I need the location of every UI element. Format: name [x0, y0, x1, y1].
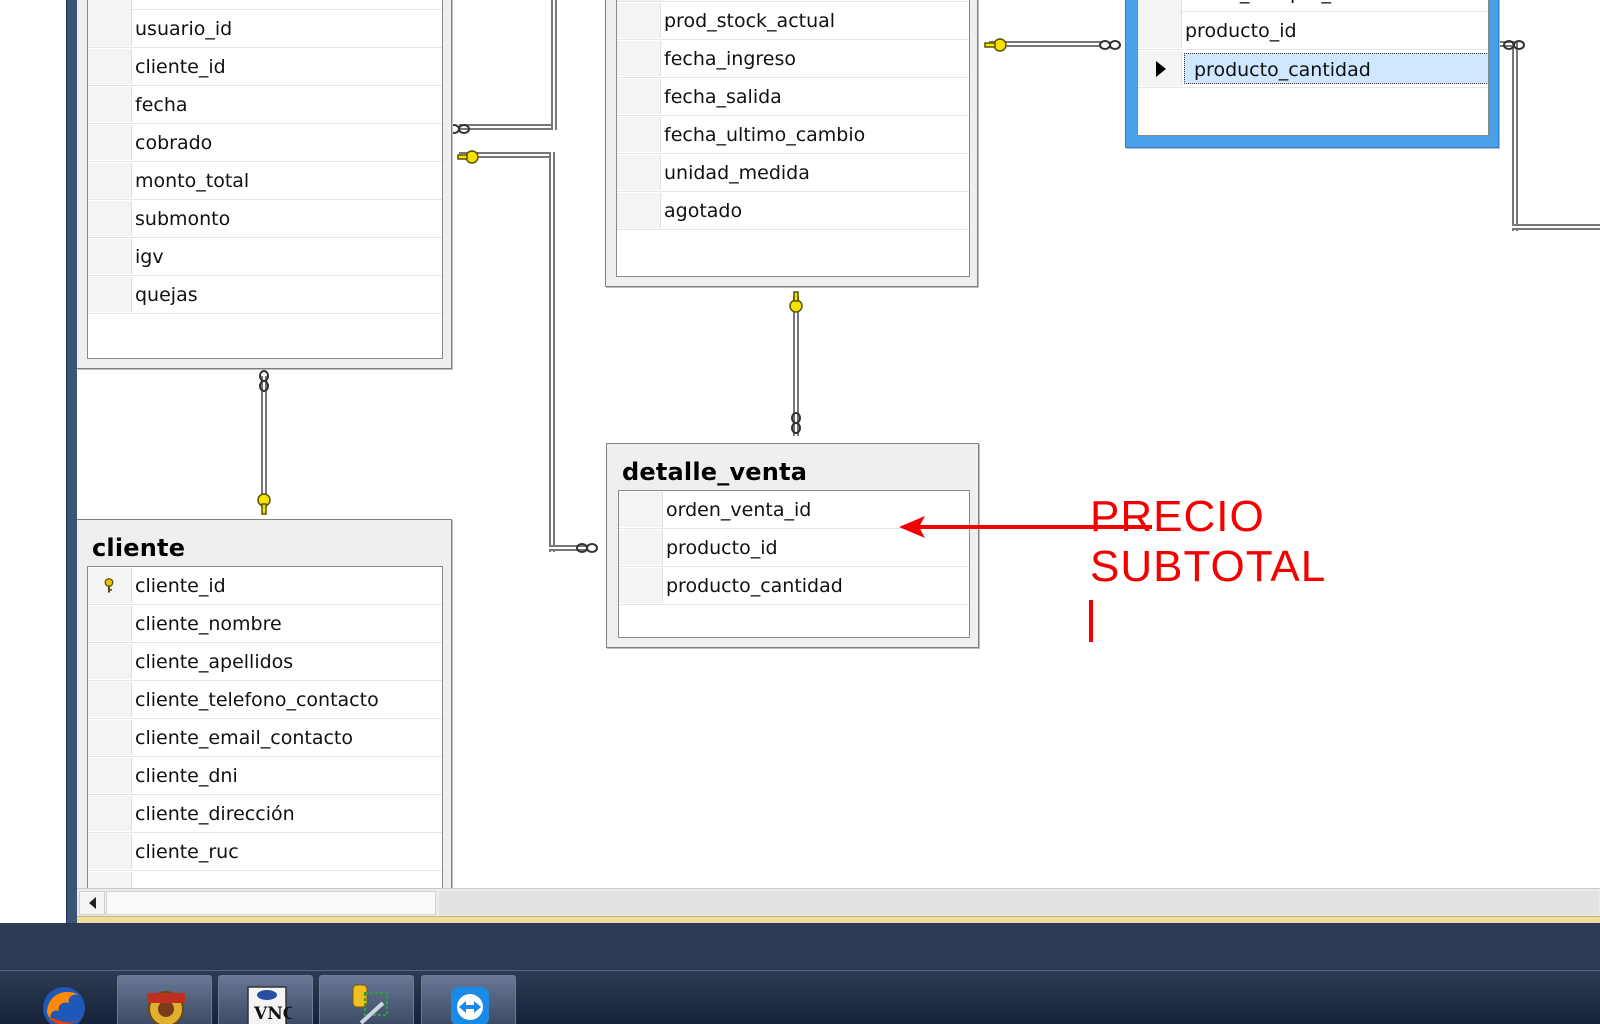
desktop-margin: [0, 0, 66, 923]
taskbar-firefox-button[interactable]: [15, 975, 110, 1024]
taskbar: VNC: [0, 970, 1600, 1024]
column-name: unidad_medida: [664, 162, 810, 184]
annotation-line-subtotal: SUBTOTAL: [1090, 542, 1327, 591]
taskbar-java-ide-button[interactable]: [117, 975, 212, 1024]
taskbar-sql-tools-button[interactable]: [319, 975, 414, 1024]
column-row[interactable]: submonto: [88, 200, 442, 238]
sql-server-management-icon: [352, 984, 388, 1024]
scroll-left-button[interactable]: [79, 891, 105, 915]
column-row[interactable]: prod_stock_actual: [617, 2, 969, 40]
column-row[interactable]: fecha_ultimo_cambio: [617, 116, 969, 154]
column-row[interactable]: igv: [88, 238, 442, 276]
window-frame: [66, 0, 77, 923]
column-name: agotado: [664, 200, 743, 222]
taskbar-teamviewer-button[interactable]: [421, 975, 516, 1024]
column-row[interactable]: producto_cantidad: [619, 567, 969, 605]
column-name: cliente_id: [135, 575, 226, 597]
table-grid: cliente_id cliente_nombre cliente_apelli…: [87, 566, 443, 888]
java-ee-ide-icon: [147, 991, 185, 1024]
column-row-current[interactable]: producto_cantidad: [1138, 50, 1488, 88]
table-detalle-compra[interactable]: orden_compra_id producto_id producto_can…: [1125, 0, 1499, 148]
column-row[interactable]: cliente_apellidos: [88, 643, 442, 681]
column-name: usuario_id: [135, 18, 233, 40]
column-name: cliente_apellidos: [135, 651, 294, 673]
table-orden-venta[interactable]: usuario_id cliente_id fecha cobrado mont…: [77, 0, 452, 369]
column-row[interactable]: cliente_nombre: [88, 605, 442, 643]
horizontal-scrollbar[interactable]: [77, 888, 1600, 916]
column-row[interactable]: monto_total: [88, 162, 442, 200]
vnc-icon: VNC: [247, 986, 292, 1024]
column-name: quejas: [135, 284, 198, 306]
table-detalle-venta[interactable]: detalle_venta orden_venta_id producto_id…: [606, 443, 979, 648]
svg-text:VNC: VNC: [253, 1004, 292, 1024]
column-name: igv: [135, 246, 164, 268]
annotation-text: PRECIO SUBTOTAL: [1090, 492, 1326, 592]
column-row[interactable]: orden_compra_id: [1138, 0, 1488, 18]
column-name: cliente_id: [135, 56, 226, 78]
taskbar-vnc-button[interactable]: VNC: [218, 975, 313, 1024]
column-row[interactable]: fecha: [88, 86, 442, 124]
column-row[interactable]: cliente_telefono_contacto: [88, 681, 442, 719]
column-row[interactable]: cliente_ruc: [88, 833, 442, 871]
column-name: fecha: [135, 94, 188, 116]
column-name: producto_id: [666, 537, 778, 559]
status-strip: [77, 916, 1600, 923]
table-cliente[interactable]: cliente cliente_id cliente_nombre client…: [77, 519, 452, 888]
column-row[interactable]: usuario_id: [88, 10, 442, 48]
column-name: producto_id: [1185, 20, 1297, 42]
annotation-line-precio: PRECIO: [1090, 492, 1265, 541]
table-title: detalle_venta: [622, 458, 808, 486]
scrollbar-track[interactable]: [439, 891, 1599, 915]
column-row[interactable]: unidad_medida: [617, 154, 969, 192]
column-row[interactable]: cliente_dirección: [88, 795, 442, 833]
primary-key-icon: [104, 578, 114, 593]
column-row[interactable]: cliente_id: [88, 48, 442, 86]
column-row[interactable]: agotado: [617, 192, 969, 230]
column-row[interactable]: cliente_dni: [88, 757, 442, 795]
current-row-arrow-icon: [1156, 61, 1166, 77]
column-name: orden_venta_id: [666, 499, 812, 521]
firefox-icon: [43, 987, 85, 1024]
column-name: cliente_dirección: [135, 803, 295, 825]
column-name: fecha_ultimo_cambio: [664, 124, 866, 146]
table-grid: usuario_id cliente_id fecha cobrado mont…: [87, 0, 443, 359]
column-row[interactable]: cliente_email_contacto: [88, 719, 442, 757]
column-row[interactable]: quejas: [88, 276, 442, 314]
column-row[interactable]: cliente_id: [88, 567, 442, 605]
scrollbar-thumb[interactable]: [106, 891, 436, 915]
column-name: cliente_telefono_contacto: [135, 689, 379, 711]
column-name: monto_total: [135, 170, 250, 192]
table-grid: prod_stock_actual fecha_ingreso fecha_sa…: [616, 0, 970, 277]
column-row[interactable]: producto_id: [1138, 12, 1488, 50]
column-name: producto_cantidad: [666, 575, 843, 597]
column-name: fecha_ingreso: [664, 48, 796, 70]
column-row[interactable]: fecha_salida: [617, 78, 969, 116]
column-name: producto_cantidad: [1184, 53, 1488, 84]
window-bottom-frame: [0, 923, 1600, 970]
column-name: fecha_salida: [664, 86, 782, 108]
column-row[interactable]: [88, 0, 442, 18]
column-name: prod_stock_actual: [664, 10, 836, 32]
arrow-left-icon: [89, 897, 96, 909]
table-grid: orden_compra_id producto_id producto_can…: [1137, 0, 1489, 136]
diagram-canvas[interactable]: usuario_id cliente_id fecha cobrado mont…: [77, 0, 1600, 888]
table-title: cliente: [92, 534, 186, 562]
column-name: cliente_email_contacto: [135, 727, 353, 749]
table-producto[interactable]: prod_stock_actual fecha_ingreso fecha_sa…: [605, 0, 978, 287]
teamviewer-icon: [451, 987, 489, 1024]
column-row[interactable]: fecha_ingreso: [617, 40, 969, 78]
column-name: submonto: [135, 208, 231, 230]
column-row[interactable]: [88, 871, 442, 888]
column-name: orden_compra_id: [1185, 0, 1348, 4]
column-name: cliente_nombre: [135, 613, 282, 635]
column-name: cobrado: [135, 132, 213, 154]
text-cursor: [1089, 600, 1093, 642]
column-name: cliente_dni: [135, 765, 238, 787]
column-row[interactable]: cobrado: [88, 124, 442, 162]
column-name: cliente_ruc: [135, 841, 239, 863]
